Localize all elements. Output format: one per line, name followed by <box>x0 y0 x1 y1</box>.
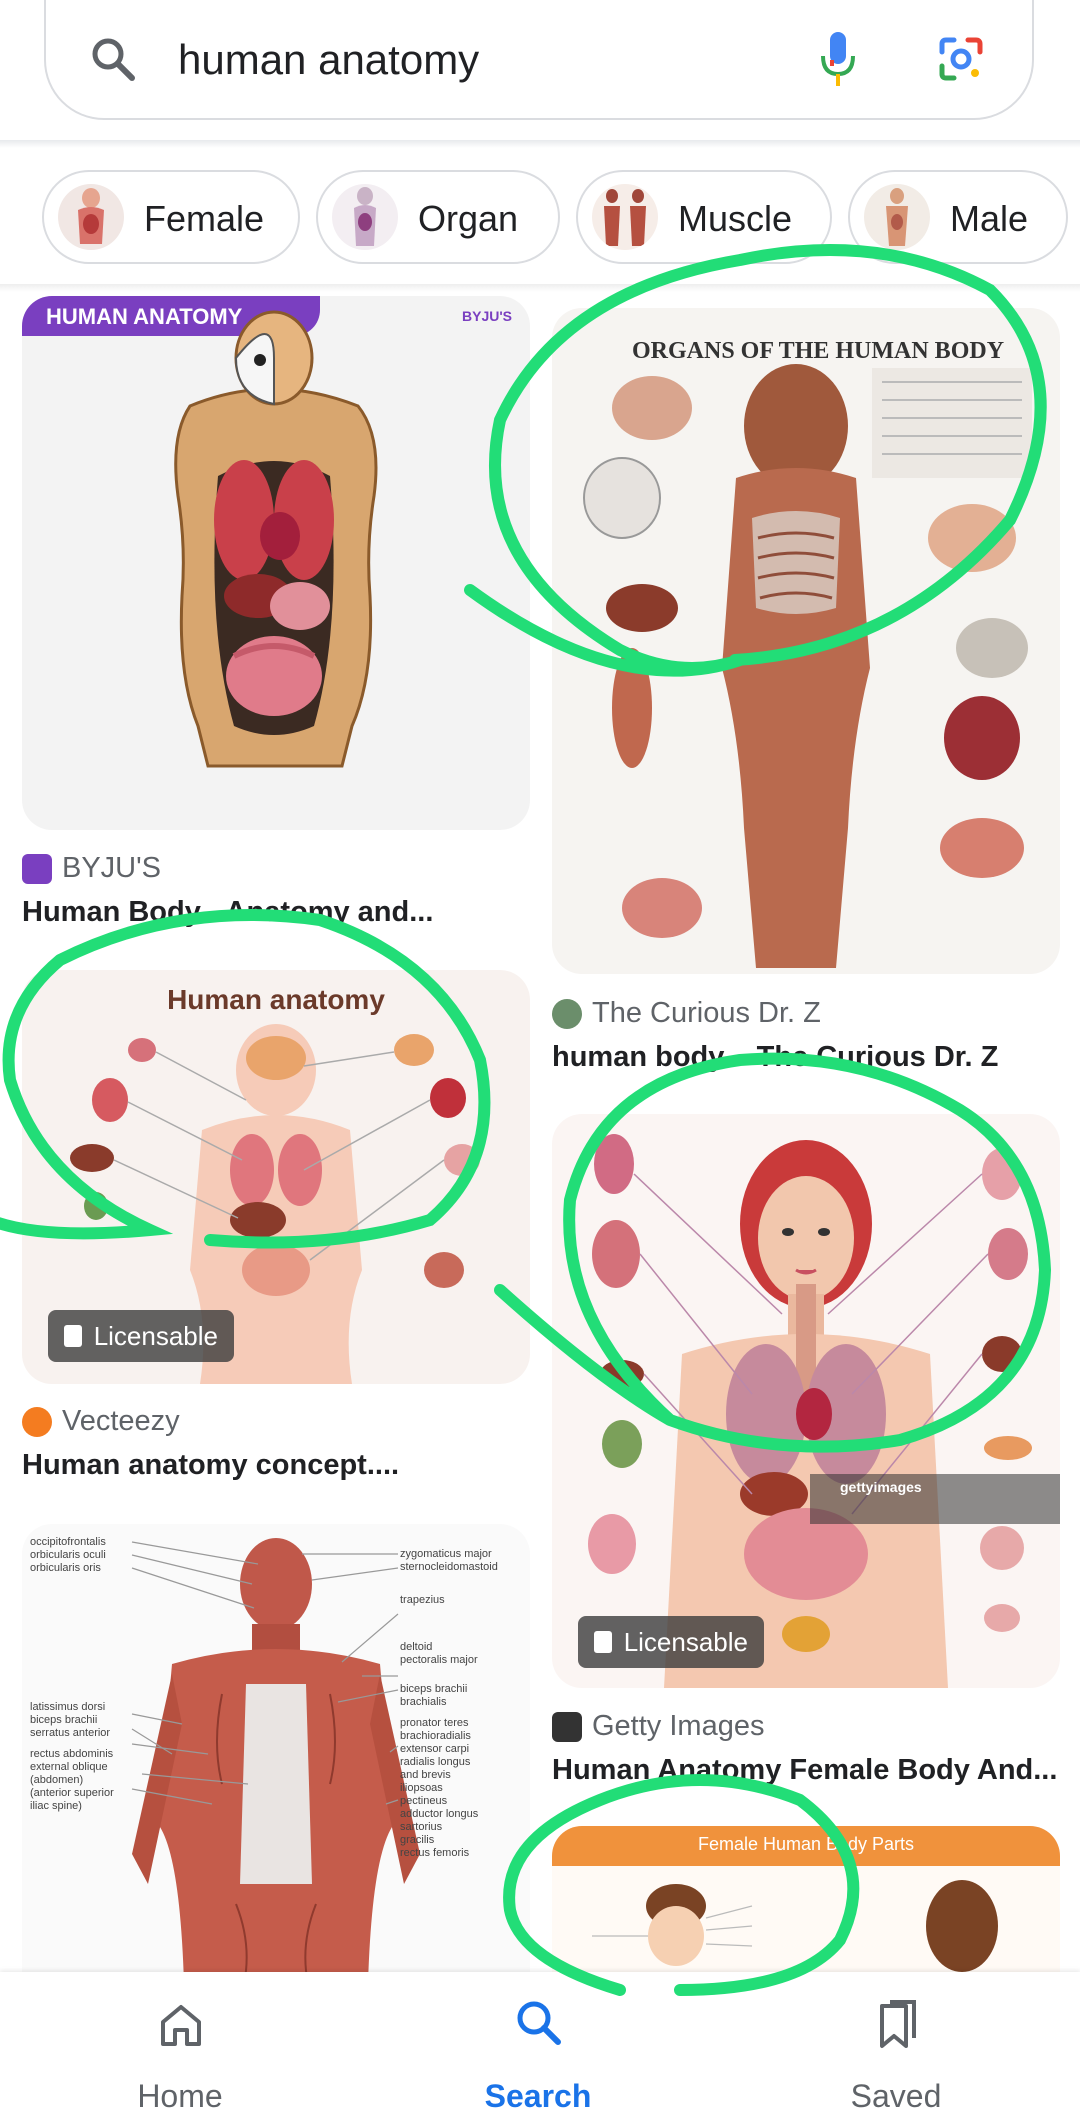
muscle-label: radialis longus <box>400 1756 471 1768</box>
muscle-label: biceps brachii <box>30 1714 98 1726</box>
search-icon[interactable] <box>88 34 138 84</box>
home-icon <box>158 2002 204 2048</box>
muscle-label: occipitofrontalis <box>30 1536 106 1548</box>
muscle-label: adductor longus <box>400 1808 479 1820</box>
source-name: Vecteezy <box>62 1405 180 1437</box>
muscle-label: deltoid <box>400 1641 433 1653</box>
result-title-getty[interactable]: Human Anatomy Female Body And... <box>552 1754 1057 1787</box>
chip-thumbnail <box>58 184 124 250</box>
result-image-vecteezy[interactable]: Human anatomy Licensable <box>22 970 530 1384</box>
chip-label: Organ <box>418 198 519 239</box>
result-source-getty[interactable]: Getty Images <box>552 1710 764 1743</box>
nav-label: Home <box>137 2078 223 2114</box>
source-name: BYJU'S <box>62 852 162 884</box>
search-icon <box>514 1998 564 2048</box>
chip-thumbnail <box>332 184 398 250</box>
lens-camera-icon[interactable] <box>936 34 986 84</box>
muscle-label: orbicularis oculi <box>30 1549 106 1561</box>
chip-female[interactable]: Female <box>42 170 300 264</box>
result-title-vecteezy[interactable]: Human anatomy concept.... <box>22 1449 399 1482</box>
chip-male[interactable]: Male <box>848 170 1068 264</box>
muscle-label: iliac spine) <box>30 1800 82 1812</box>
result-image-byjus[interactable]: HUMAN ANATOMY BYJU'S <box>22 296 530 830</box>
muscle-label: pectineus <box>400 1795 448 1807</box>
result-title-curious-dr-z[interactable]: human body – The Curious Dr. Z <box>552 1041 998 1074</box>
muscle-label: sartorius <box>400 1821 443 1833</box>
chip-label: Male <box>950 198 1029 239</box>
chip-thumbnail <box>592 184 658 250</box>
organs-poster-illustration <box>583 364 1032 968</box>
microphone-icon[interactable] <box>818 30 858 90</box>
nav-search[interactable]: Search <box>438 1972 638 2127</box>
getty-favicon <box>552 1711 582 1742</box>
muscle-label: serratus anterior <box>30 1727 111 1739</box>
muscle-label: latissimus dorsi <box>30 1701 106 1713</box>
muscle-label: gracilis <box>400 1834 435 1846</box>
muscle-label: (anterior superior <box>30 1787 114 1799</box>
muscle-label: pectoralis major <box>400 1654 478 1666</box>
muscle-label: trapezius <box>400 1594 445 1606</box>
muscle-label: (abdomen) <box>30 1774 84 1786</box>
muscle-labels-left: occipitofrontalis orbicularis oculi orbi… <box>30 1536 140 1813</box>
nav-label: Saved <box>850 2078 942 2114</box>
chips-divider <box>0 284 1080 292</box>
curious-dr-z-favicon <box>552 998 582 1029</box>
chip-label: Female <box>144 198 265 239</box>
search-input[interactable]: human anatomy <box>178 36 479 84</box>
muscle-label: brachialis <box>400 1696 447 1708</box>
muscle-label: orbicularis oris <box>30 1562 101 1574</box>
result-source-vecteezy[interactable]: Vecteezy <box>22 1405 180 1438</box>
licensable-badge: Licensable <box>578 1616 764 1668</box>
result-image-getty[interactable]: gettyimages Licensable <box>552 1114 1060 1688</box>
muscle-label: biceps brachii <box>400 1683 468 1695</box>
muscle-label: sternocleidomastoid <box>400 1561 498 1573</box>
result-title-byjus[interactable]: Human Body - Anatomy and... <box>22 896 433 929</box>
chip-organ[interactable]: Organ <box>316 170 560 264</box>
licensable-badge: Licensable <box>48 1310 234 1362</box>
muscle-label: rectus abdominis <box>30 1748 114 1760</box>
body-parts-illustration <box>592 1880 998 1972</box>
bottom-navigation: Home Search Saved <box>0 1972 1080 2127</box>
muscle-label: zygomaticus major <box>400 1548 492 1560</box>
vecteezy-favicon <box>22 1406 52 1437</box>
source-name: The Curious Dr. Z <box>592 997 821 1029</box>
getty-watermark: gettyimages <box>840 1479 922 1495</box>
result-image-body-parts[interactable]: Female Human Body Parts <box>552 1826 1060 1986</box>
result-source-curious-dr-z[interactable]: The Curious Dr. Z <box>552 997 821 1030</box>
muscle-label: iliopsoas <box>400 1782 443 1794</box>
chip-muscle[interactable]: Muscle <box>576 170 832 264</box>
chip-label: Muscle <box>678 198 793 239</box>
muscle-label: pronator teres <box>400 1717 469 1729</box>
chip-thumbnail <box>864 184 930 250</box>
image-icon <box>594 1631 612 1653</box>
header-divider <box>0 140 1080 148</box>
result-source-byjus[interactable]: BYJU'S <box>22 852 161 885</box>
muscle-labels-right: zygomaticus major sternocleidomastoid tr… <box>400 1548 526 1860</box>
nav-home[interactable]: Home <box>80 1972 280 2127</box>
muscle-label: external oblique <box>30 1761 108 1773</box>
nav-saved[interactable]: Saved <box>796 1972 996 2127</box>
muscle-label: brachioradialis <box>400 1730 471 1742</box>
muscle-label: extensor carpi <box>400 1743 470 1755</box>
byjus-favicon <box>22 853 52 884</box>
nav-label: Search <box>484 2078 592 2114</box>
muscle-label: and brevis <box>400 1769 451 1781</box>
result-image-curious-dr-z[interactable]: ORGANS OF THE HUMAN BODY <box>552 308 1060 974</box>
licensable-label: Licensable <box>93 1320 218 1351</box>
female-anatomy-illustration <box>588 1134 1060 1688</box>
anatomy-torso-illustration <box>174 310 378 768</box>
source-name: Getty Images <box>592 1710 765 1742</box>
result-image-muscles[interactable]: occipitofrontalis orbicularis oculi orbi… <box>22 1524 530 1984</box>
licensable-label: Licensable <box>623 1626 748 1657</box>
muscle-label: rectus femoris <box>400 1847 470 1859</box>
bookmark-icon <box>874 1998 920 2050</box>
image-icon <box>64 1325 82 1347</box>
